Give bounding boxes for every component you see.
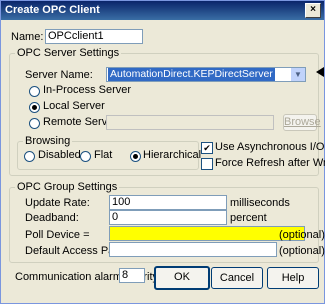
- cancel-button[interactable]: Cancel: [211, 267, 263, 289]
- group-settings-label: OPC Group Settings: [15, 181, 120, 193]
- server-name-label: Server Name:: [25, 69, 93, 81]
- use-async-label: Use Asynchronous I/O: [215, 141, 325, 153]
- update-rate-unit: milliseconds: [230, 197, 290, 209]
- default-path-input[interactable]: [109, 242, 277, 257]
- deadband-unit: percent: [230, 212, 267, 224]
- browsing-hierarchical-label: Hierarchical: [143, 149, 202, 161]
- remote-server-input[interactable]: [106, 115, 274, 130]
- name-label: Name:: [11, 31, 44, 43]
- deadband-label: Deadband:: [25, 212, 79, 224]
- server-settings-label: OPC Server Settings: [15, 47, 122, 59]
- in-process-label: In-Process Server: [43, 84, 132, 96]
- browsing-flat-label: Flat: [94, 149, 113, 161]
- name-input[interactable]: OPCclient1: [45, 29, 143, 44]
- default-path-hint: (optional): [279, 245, 325, 257]
- in-process-radio[interactable]: [29, 86, 40, 97]
- browsing-label: Browsing: [23, 135, 73, 147]
- server-name-dropdown[interactable]: AutomationDirect.KEPDirectServer ▼: [106, 67, 306, 82]
- remote-server-radio[interactable]: [29, 118, 40, 129]
- local-server-radio[interactable]: [29, 102, 40, 113]
- comm-alarm-input[interactable]: 8: [119, 268, 145, 283]
- server-name-value: AutomationDirect.KEPDirectServer: [108, 68, 275, 81]
- chevron-down-icon[interactable]: ▼: [291, 68, 305, 81]
- create-opc-client-dialog: Create OPC Client × Name: OPCclient1 OPC…: [0, 0, 325, 304]
- browsing-flat-radio[interactable]: [80, 151, 91, 162]
- browsing-disabled-label: Disabled: [38, 149, 81, 161]
- poll-device-label: Poll Device =: [25, 229, 90, 241]
- update-rate-label: Update Rate:: [25, 197, 90, 209]
- close-icon[interactable]: ×: [305, 3, 321, 18]
- ok-button[interactable]: OK: [154, 266, 210, 290]
- browsing-hierarchical-radio[interactable]: [130, 151, 141, 162]
- window-title: Create OPC Client: [5, 4, 100, 16]
- poll-device-hint: (optional): [279, 229, 325, 241]
- force-refresh-label: Force Refresh after Write: [215, 157, 325, 169]
- force-refresh-checkbox[interactable]: [201, 158, 213, 170]
- title-bar[interactable]: Create OPC Client ×: [1, 1, 324, 20]
- browse-button[interactable]: Browse: [283, 114, 321, 131]
- use-async-checkbox[interactable]: ✔: [201, 142, 213, 154]
- help-button[interactable]: Help: [267, 267, 319, 289]
- local-server-label: Local Server: [43, 100, 105, 112]
- browsing-disabled-radio[interactable]: [24, 151, 35, 162]
- deadband-input[interactable]: 0: [109, 210, 227, 225]
- update-rate-input[interactable]: 100: [109, 195, 227, 210]
- pointer-arrow-icon: [316, 67, 324, 77]
- poll-device-input[interactable]: [109, 226, 305, 241]
